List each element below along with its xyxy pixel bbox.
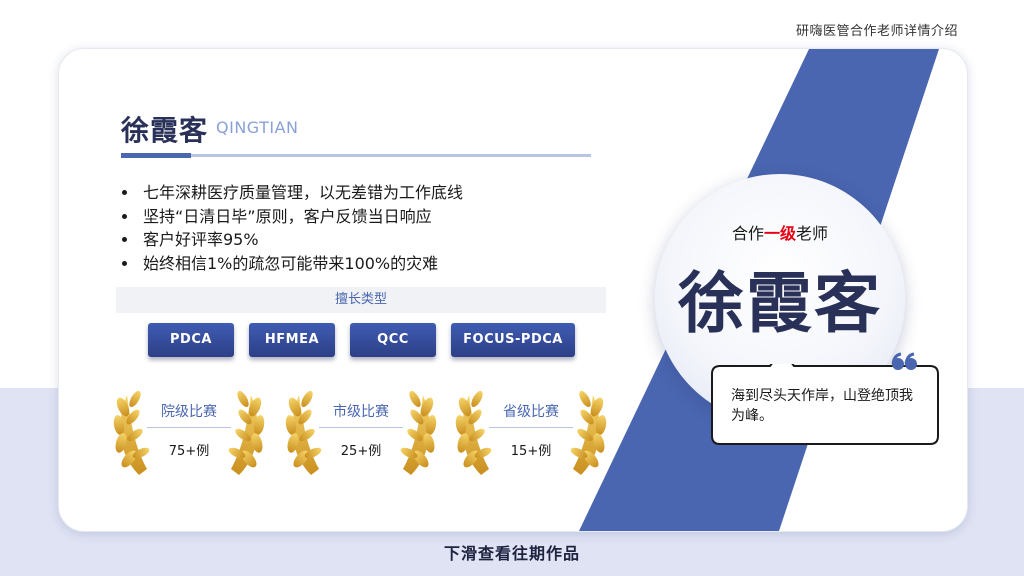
teacher-name-heading: 徐霞客 <box>121 114 209 147</box>
profile-bullets: 七年深耕医疗质量管理，以无差错为工作底线 坚持“日清日毕”原则，客户反馈当日响应… <box>117 181 463 275</box>
skill-button-qcc[interactable]: QCC <box>350 323 436 357</box>
laurel-wreath-icon <box>285 390 437 475</box>
award-title: 省级比赛 <box>503 404 559 420</box>
heading-rule <box>121 154 591 157</box>
bullet-item: 七年深耕医疗质量管理，以无差错为工作底线 <box>139 181 463 205</box>
award-value: 15+例 <box>510 444 552 459</box>
award-title: 市级比赛 <box>333 404 389 420</box>
award-value: 25+例 <box>340 444 382 459</box>
laurel-wreath-icon <box>455 390 607 475</box>
skill-button-focus-pdca[interactable]: FOCUS-PDCA <box>451 323 575 357</box>
award-divider <box>489 427 573 428</box>
page-caption: 研嗨医管合作老师详情介绍 <box>795 24 958 39</box>
skill-button-hfmea[interactable]: HFMEA <box>249 323 335 357</box>
badge-level-highlight: 一级 <box>763 224 796 243</box>
teacher-card: 徐霞客 QINGTIAN 七年深耕医疗质量管理，以无差错为工作底线 坚持“日清日… <box>58 48 968 532</box>
award-divider <box>147 427 231 428</box>
bullet-item: 始终相信1%的疏忽可能带来100%的灾难 <box>139 252 463 276</box>
heading-rule-accent <box>121 153 191 158</box>
bullet-item: 客户好评率95% <box>139 228 463 252</box>
badge-teacher-name: 徐霞客 <box>678 265 882 342</box>
scroll-hint[interactable]: 下滑查看往期作品 <box>0 540 1024 564</box>
award-divider <box>319 427 403 428</box>
skill-button-pdca[interactable]: PDCA <box>148 323 234 357</box>
skills-header: 擅长类型 <box>116 287 606 313</box>
award-city-level: 市级比赛 25+例 <box>281 385 441 477</box>
quote-mark-icon <box>891 352 917 370</box>
quote-bubble: 海到尽头天作岸，山登绝顶我为峰。 <box>710 352 940 446</box>
badge-suffix: 老师 <box>796 224 829 243</box>
award-title: 院级比赛 <box>161 404 217 420</box>
laurel-wreath-icon <box>113 390 265 475</box>
award-province-level: 省级比赛 15+例 <box>451 385 611 477</box>
teacher-name-pinyin: QINGTIAN <box>216 118 299 137</box>
badge-level-label: 合作一级老师 <box>655 220 905 244</box>
award-value: 75+例 <box>168 444 210 459</box>
quote-text: 海到尽头天作岸，山登绝顶我为峰。 <box>731 388 913 424</box>
award-hospital-level: 院级比赛 75+例 <box>109 385 269 477</box>
bullet-item: 坚持“日清日毕”原则，客户反馈当日响应 <box>139 205 463 229</box>
badge-prefix: 合作 <box>731 224 764 243</box>
